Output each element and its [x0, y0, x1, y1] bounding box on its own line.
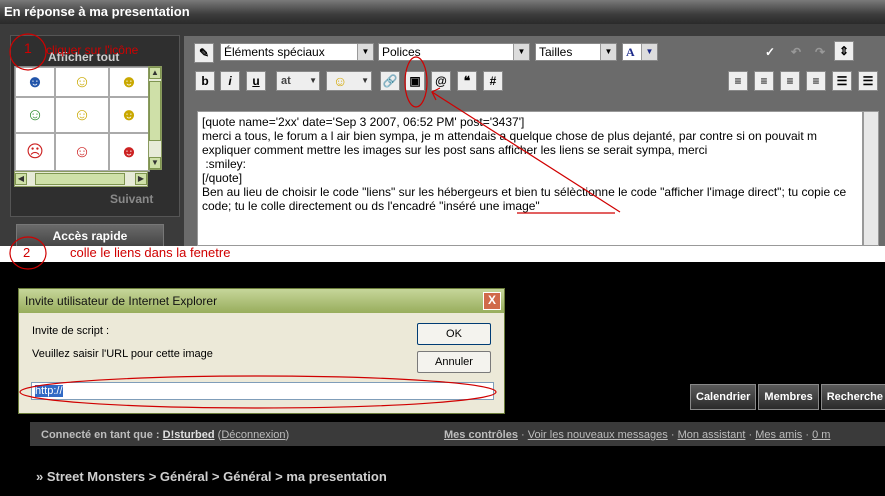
annotation-overlay — [9, 33, 621, 409]
annotation-circle-step1 — [9, 33, 47, 71]
annotation-circle-url-input — [19, 375, 497, 409]
annotation-arrow — [431, 91, 621, 213]
annotation-circle-image-icon — [404, 56, 428, 108]
annotation-circle-step2 — [9, 236, 47, 270]
